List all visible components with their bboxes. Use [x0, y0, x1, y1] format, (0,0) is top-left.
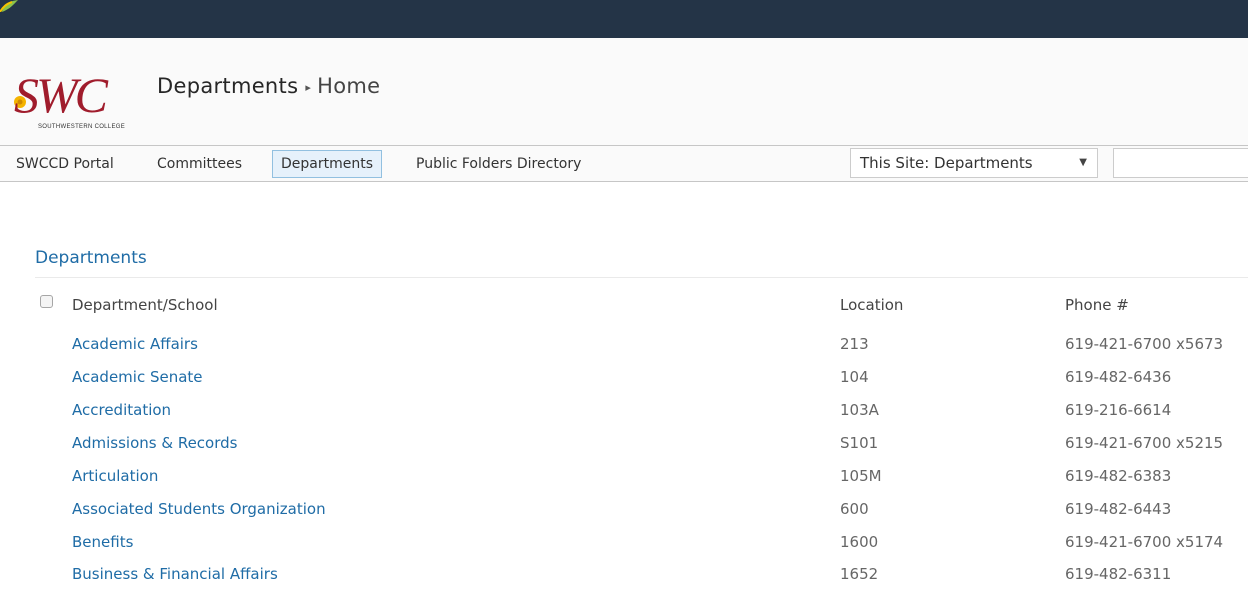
select-all-checkbox[interactable]: [40, 295, 53, 308]
location-cell: 104: [840, 368, 869, 386]
breadcrumb-separator-icon: ▸: [305, 81, 312, 94]
table-row[interactable]: Articulation 105M 619-482-6383: [0, 466, 1248, 499]
phone-cell: 619-482-6443: [1065, 500, 1172, 518]
swc-logo-graphic: SWC SOUTHWESTERN COLLEGE: [14, 67, 125, 130]
breadcrumb-current-page: Home: [317, 74, 381, 98]
phone-cell: 619-482-6383: [1065, 467, 1172, 485]
suite-bar: [0, 0, 1248, 38]
search-scope-label: This Site: Departments: [860, 154, 1033, 172]
table-row[interactable]: Academic Senate 104 619-482-6436: [0, 367, 1248, 400]
location-cell: 1652: [840, 565, 879, 583]
column-header-department[interactable]: Department/School: [72, 296, 218, 314]
nav-item-swccd-portal[interactable]: SWCCD Portal: [8, 150, 122, 178]
location-cell: S101: [840, 434, 879, 452]
location-cell: 105M: [840, 467, 882, 485]
nav-item-committees[interactable]: Committees: [149, 150, 250, 178]
table-row[interactable]: Accreditation 103A 619-216-6614: [0, 400, 1248, 433]
phone-cell: 619-216-6614: [1065, 401, 1172, 419]
breadcrumb-site-link[interactable]: Departments: [157, 74, 298, 98]
department-link[interactable]: Academic Senate: [72, 367, 203, 387]
phone-cell: 619-421-6700 x5673: [1065, 335, 1224, 353]
department-link[interactable]: Benefits: [72, 532, 133, 552]
title-divider: [35, 277, 1248, 278]
search-input[interactable]: [1113, 148, 1248, 178]
phone-cell: 619-482-6436: [1065, 368, 1172, 386]
dropdown-arrow-icon: ▼: [1079, 157, 1087, 168]
nav-item-departments[interactable]: Departments: [272, 150, 383, 178]
phone-cell: 619-421-6700 x5174: [1065, 533, 1224, 551]
department-link[interactable]: Associated Students Organization: [72, 499, 326, 519]
location-cell: 600: [840, 500, 869, 518]
column-header-phone[interactable]: Phone #: [1065, 296, 1129, 314]
phone-cell: 619-421-6700 x5215: [1065, 434, 1224, 452]
phone-cell: 619-482-6311: [1065, 565, 1172, 583]
search-scope-dropdown[interactable]: This Site: Departments ▼: [850, 148, 1098, 178]
svg-text:SWC: SWC: [14, 67, 109, 123]
location-cell: 213: [840, 335, 869, 353]
column-header-location[interactable]: Location: [840, 296, 903, 314]
department-link[interactable]: Academic Affairs: [72, 334, 198, 354]
table-row[interactable]: Admissions & Records S101 619-421-6700 x…: [0, 433, 1248, 466]
location-cell: 1600: [840, 533, 879, 551]
department-link[interactable]: Admissions & Records: [72, 433, 237, 453]
table-row[interactable]: Academic Affairs 213 619-421-6700 x5673: [0, 334, 1248, 367]
leaf-icon: [0, 0, 18, 12]
department-link[interactable]: Accreditation: [72, 400, 171, 420]
nav-item-public-folders-directory[interactable]: Public Folders Directory: [408, 150, 589, 178]
location-cell: 103A: [840, 401, 879, 419]
list-title[interactable]: Departments: [35, 248, 147, 268]
svg-text:SOUTHWESTERN COLLEGE: SOUTHWESTERN COLLEGE: [38, 124, 125, 130]
college-logo[interactable]: SWC SOUTHWESTERN COLLEGE: [10, 48, 146, 130]
table-row[interactable]: Benefits 1600 619-421-6700 x5174: [0, 532, 1248, 565]
table-row[interactable]: Associated Students Organization 600 619…: [0, 499, 1248, 532]
department-link[interactable]: Business & Financial Affairs: [72, 564, 278, 584]
breadcrumb: Departments ▸ Home: [157, 74, 380, 98]
department-link[interactable]: Articulation: [72, 466, 158, 486]
